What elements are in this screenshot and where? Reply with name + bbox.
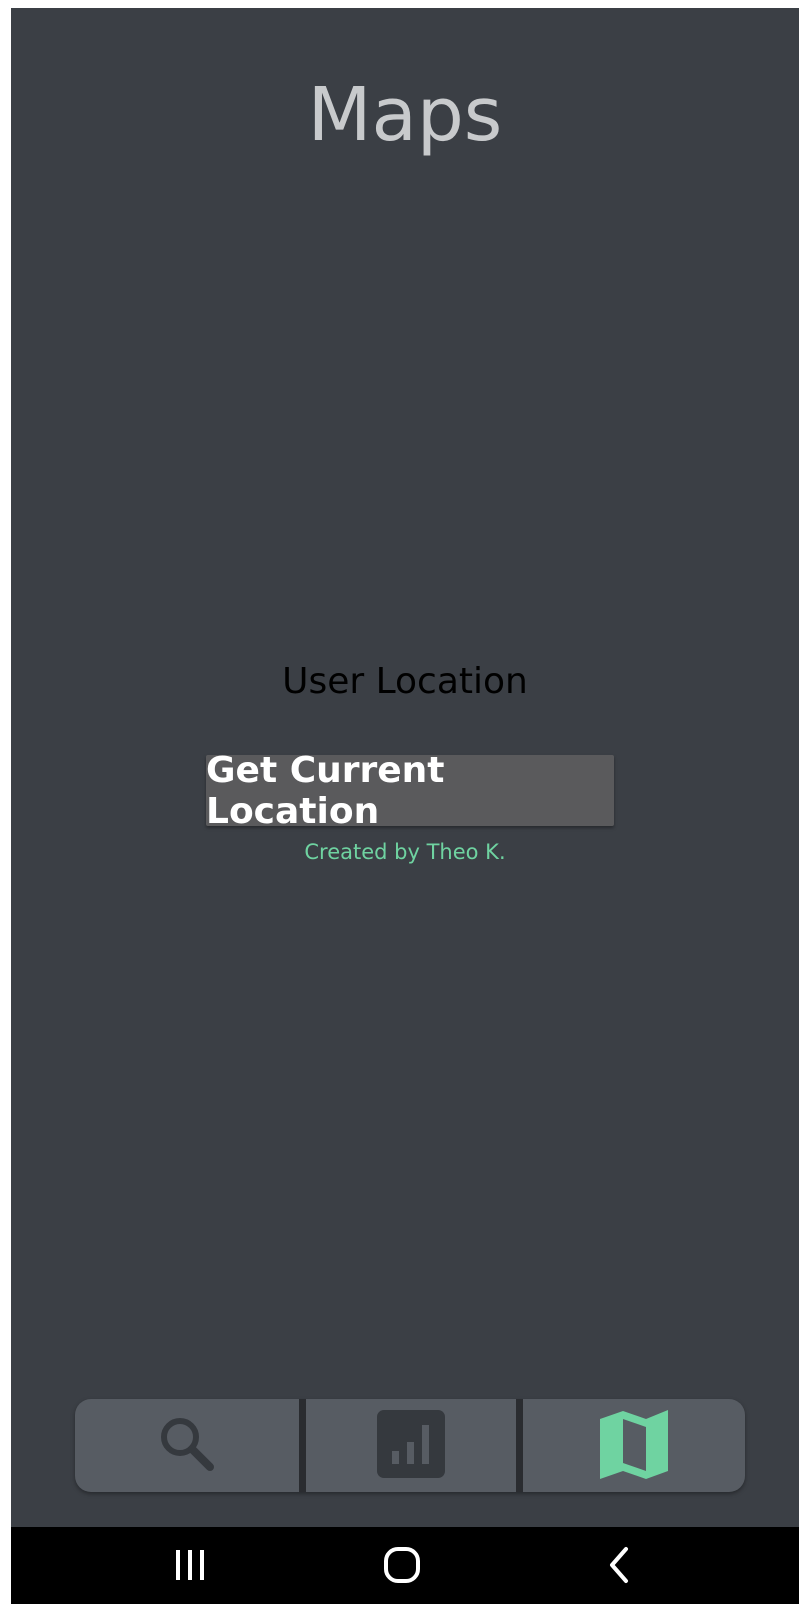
page-title: Maps <box>307 72 503 158</box>
bottom-tab-bar <box>75 1399 745 1492</box>
back-button[interactable] <box>590 1547 650 1587</box>
recent-apps-button[interactable] <box>160 1547 220 1587</box>
app-screen: Maps User Location Get Current Location … <box>11 8 799 1604</box>
tab-divider <box>299 1399 306 1492</box>
recent-apps-icon <box>170 1548 210 1586</box>
tab-stats[interactable] <box>306 1399 516 1492</box>
tab-map[interactable] <box>523 1399 745 1492</box>
user-location-label: User Location <box>282 661 528 702</box>
system-navigation-bar <box>11 1527 799 1604</box>
map-icon <box>599 1409 669 1483</box>
get-current-location-button[interactable]: Get Current Location <box>206 750 614 832</box>
home-button[interactable] <box>372 1547 432 1587</box>
search-icon <box>152 1409 222 1483</box>
bar-chart-icon <box>376 1409 446 1483</box>
home-icon <box>382 1545 422 1589</box>
tab-divider <box>516 1399 523 1492</box>
back-icon <box>600 1545 640 1589</box>
credit-text: Created by Theo K. <box>304 840 506 864</box>
tab-search[interactable] <box>75 1399 299 1492</box>
